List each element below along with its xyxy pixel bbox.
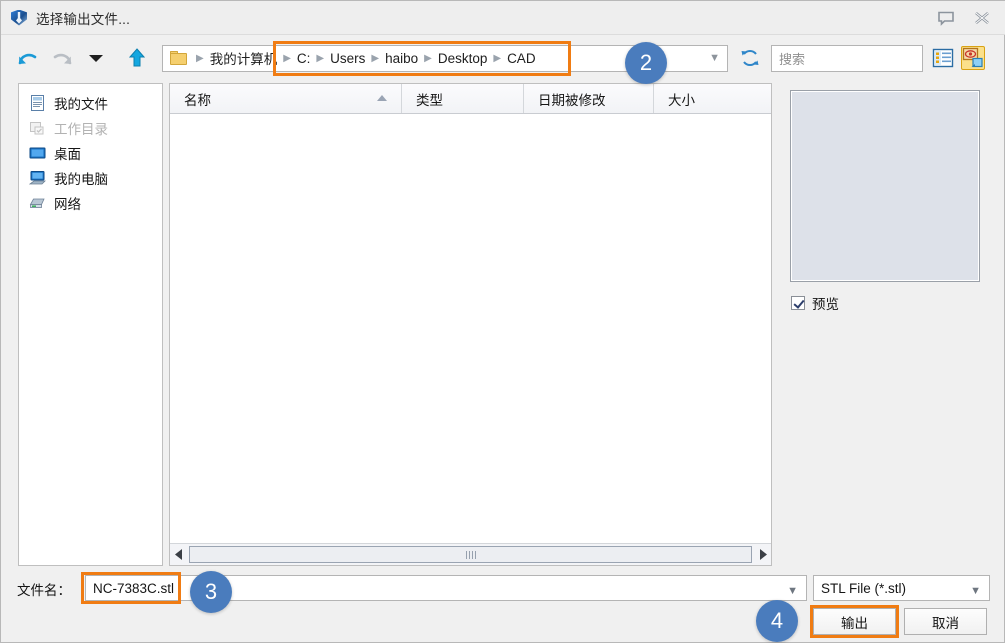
preview-thumbnail bbox=[790, 90, 980, 282]
breadcrumb-root[interactable]: 我的计算机 bbox=[210, 48, 278, 68]
filetype-value: STL File (*.stl) bbox=[821, 580, 907, 596]
breadcrumb-separator: ▶ bbox=[283, 52, 291, 64]
forward-arrow-icon bbox=[46, 43, 77, 73]
up-arrow-icon[interactable] bbox=[121, 43, 152, 73]
column-label: 类型 bbox=[416, 92, 443, 108]
sidebar-label: 我的电脑 bbox=[54, 171, 108, 187]
desktop-icon bbox=[29, 145, 46, 161]
help-balloon-icon[interactable] bbox=[936, 8, 956, 28]
navigation-toolbar: ▶ 我的计算机 ▶ C: ▶ Users ▶ haibo ▶ Desktop ▶… bbox=[1, 35, 1005, 81]
shield-tool-icon bbox=[10, 9, 28, 27]
scroll-left-icon[interactable] bbox=[170, 545, 188, 565]
scrollbar-thumb[interactable] bbox=[189, 546, 752, 563]
column-header-type[interactable]: 类型 bbox=[402, 84, 524, 113]
sidebar-item-network[interactable]: 网络 bbox=[19, 190, 162, 215]
search-input[interactable]: 搜索 bbox=[771, 44, 923, 72]
view-mode-buttons bbox=[932, 46, 985, 70]
breadcrumb-separator: ▶ bbox=[493, 52, 502, 64]
sidebar-label: 工作目录 bbox=[54, 121, 108, 137]
folder-icon bbox=[170, 51, 187, 65]
breadcrumb-item-1[interactable]: Users bbox=[330, 51, 365, 66]
title-bar-actions bbox=[936, 8, 992, 28]
column-header-date-modified[interactable]: 日期被修改 bbox=[524, 84, 654, 113]
file-save-dialog: 选择输出文件... ▶ 我的计算机 ▶ C: ▶ Users ▶ haibo ▶… bbox=[0, 0, 1005, 643]
preview-view-icon[interactable] bbox=[961, 46, 985, 70]
breadcrumb-item-2[interactable]: haibo bbox=[385, 51, 418, 66]
scroll-right-icon[interactable] bbox=[753, 545, 771, 565]
breadcrumb-separator: ▶ bbox=[196, 52, 204, 64]
preview-checkbox-row[interactable]: 预览 bbox=[791, 293, 839, 313]
horizontal-scrollbar[interactable] bbox=[170, 543, 771, 565]
sort-ascending-icon bbox=[377, 95, 387, 101]
breadcrumb-item-4[interactable]: CAD bbox=[507, 51, 536, 66]
preview-checkbox[interactable] bbox=[791, 296, 805, 310]
file-list-body[interactable] bbox=[170, 114, 771, 543]
filetype-select[interactable]: STL File (*.stl) ▼ bbox=[813, 575, 990, 601]
back-arrow-icon[interactable] bbox=[12, 43, 43, 73]
window-title: 选择输出文件... bbox=[36, 11, 131, 27]
scroll-grip-icon bbox=[465, 550, 476, 559]
close-icon[interactable] bbox=[972, 8, 992, 28]
network-icon bbox=[29, 195, 46, 211]
breadcrumb-chevron-down-icon[interactable]: ▼ bbox=[709, 52, 720, 64]
file-list-header: 名称 类型 日期被修改 大小 bbox=[170, 84, 771, 114]
document-icon bbox=[29, 94, 46, 111]
step-badge-3: 3 bbox=[190, 571, 232, 613]
column-label: 名称 bbox=[184, 92, 211, 108]
column-label: 大小 bbox=[668, 92, 695, 108]
preview-checkbox-label: 预览 bbox=[812, 297, 839, 312]
breadcrumb-separator: ▶ bbox=[316, 52, 325, 64]
breadcrumb-item-3[interactable]: Desktop bbox=[438, 51, 488, 66]
working-folder-icon bbox=[29, 120, 46, 136]
places-sidebar: 我的文件 工作目录 桌面 我的电脑 网络 bbox=[18, 83, 163, 566]
filename-value: NC-7383C.stl bbox=[93, 580, 175, 596]
breadcrumb-item-0[interactable]: C: bbox=[297, 51, 311, 66]
breadcrumb-separator: ▶ bbox=[371, 52, 380, 64]
computer-icon bbox=[28, 170, 46, 186]
sidebar-item-my-computer[interactable]: 我的电脑 bbox=[19, 165, 162, 190]
file-list-panel: 名称 类型 日期被修改 大小 bbox=[169, 83, 772, 566]
history-chevron-down-icon[interactable] bbox=[80, 43, 111, 73]
search-placeholder: 搜索 bbox=[779, 51, 806, 67]
breadcrumb-separator: ▶ bbox=[424, 52, 432, 64]
filename-chevron-down-icon[interactable]: ▼ bbox=[787, 585, 798, 597]
column-label: 日期被修改 bbox=[538, 92, 606, 108]
refresh-icon[interactable] bbox=[737, 45, 763, 71]
nav-buttons bbox=[1, 43, 152, 73]
sidebar-item-my-documents[interactable]: 我的文件 bbox=[19, 90, 162, 115]
detail-view-icon[interactable] bbox=[932, 47, 954, 69]
column-header-name[interactable]: 名称 bbox=[170, 84, 402, 113]
sidebar-item-working-directory: 工作目录 bbox=[19, 115, 162, 140]
column-header-size[interactable]: 大小 bbox=[654, 84, 771, 113]
sidebar-label: 网络 bbox=[54, 196, 81, 212]
cancel-button[interactable]: 取消 bbox=[904, 608, 987, 635]
sidebar-label: 我的文件 bbox=[54, 96, 108, 112]
title-bar: 选择输出文件... bbox=[1, 1, 1005, 35]
filename-label: 文件名： bbox=[17, 583, 71, 598]
sidebar-label: 桌面 bbox=[54, 146, 81, 162]
export-button[interactable]: 输出 bbox=[813, 608, 896, 635]
step-badge-2: 2 bbox=[625, 42, 667, 84]
sidebar-item-desktop[interactable]: 桌面 bbox=[19, 140, 162, 165]
step-badge-4: 4 bbox=[756, 600, 798, 642]
filetype-chevron-down-icon[interactable]: ▼ bbox=[970, 585, 981, 597]
